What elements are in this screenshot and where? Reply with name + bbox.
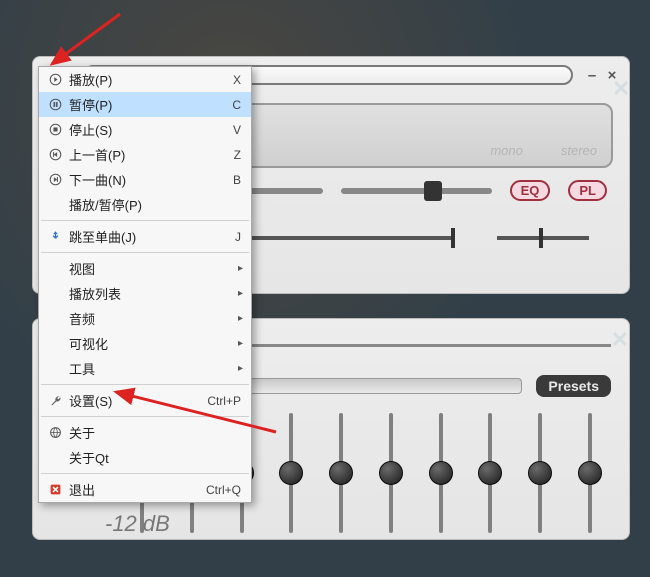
menu-item-label: 播放列表	[65, 284, 241, 303]
pause-icon	[45, 98, 65, 111]
menu-item-label: 播放/暂停(P)	[65, 195, 241, 214]
presets-button[interactable]: Presets	[536, 375, 611, 397]
submenu-arrow-icon: ▸	[238, 313, 243, 324]
menu-item-label: 音频	[65, 309, 241, 328]
menu-item-shortcut: Ctrl+Q	[206, 483, 241, 497]
wrench-icon	[45, 394, 65, 407]
menu-item-shortcut: J	[235, 230, 241, 244]
prev-icon	[45, 148, 65, 161]
menu-item-label: 设置(S)	[65, 391, 207, 410]
menu-item-label: 视图	[65, 259, 241, 278]
menu-item-shortcut: V	[233, 123, 241, 137]
menu-item[interactable]: 关于	[39, 420, 251, 445]
play-icon	[45, 73, 65, 86]
submenu-arrow-icon: ▸	[238, 288, 243, 299]
menu-item-label: 停止(S)	[65, 120, 233, 139]
globe-icon	[45, 426, 65, 439]
submenu-arrow-icon: ▸	[238, 263, 243, 274]
submenu-arrow-icon: ▸	[238, 363, 243, 374]
eq-band-slider[interactable]	[424, 413, 458, 533]
menu-item[interactable]: 停止(S)V	[39, 117, 251, 142]
menu-item[interactable]: 关于Qt	[39, 445, 251, 470]
menu-separator	[41, 384, 249, 385]
minimize-button[interactable]: –	[585, 67, 599, 84]
menu-item[interactable]: 视图▸	[39, 256, 251, 281]
eq-band-slider[interactable]	[274, 413, 308, 533]
menu-item-label: 关于Qt	[65, 448, 241, 467]
eq-band-slider[interactable]	[523, 413, 557, 533]
menu-item[interactable]: 音频▸	[39, 306, 251, 331]
next-icon	[45, 173, 65, 186]
menu-item-shortcut: C	[232, 98, 241, 112]
exit-icon	[45, 483, 65, 496]
menu-separator	[41, 220, 249, 221]
menu-item[interactable]: 设置(S)Ctrl+P	[39, 388, 251, 413]
menu-item[interactable]: 播放(P)X	[39, 67, 251, 92]
menu-item-shortcut: Ctrl+P	[207, 394, 241, 408]
menu-item[interactable]: 播放/暂停(P)	[39, 192, 251, 217]
eq-band-slider[interactable]	[473, 413, 507, 533]
menu-separator	[41, 252, 249, 253]
stop-icon	[45, 123, 65, 136]
menu-item[interactable]: 上一首(P)Z	[39, 142, 251, 167]
submenu-arrow-icon: ▸	[238, 338, 243, 349]
menu-item-label: 关于	[65, 423, 241, 442]
menu-item-label: 可视化	[65, 334, 241, 353]
menu-item-label: 跳至单曲(J)	[65, 227, 235, 246]
menu-item[interactable]: 退出Ctrl+Q	[39, 477, 251, 502]
menu-item[interactable]: 暂停(P)C	[39, 92, 251, 117]
menu-item-label: 退出	[65, 480, 206, 499]
menu-item[interactable]: 下一曲(N)B	[39, 167, 251, 192]
eq-band-slider[interactable]	[324, 413, 358, 533]
menu-item[interactable]: 可视化▸	[39, 331, 251, 356]
menu-item[interactable]: 跳至单曲(J)J	[39, 224, 251, 249]
menu-item[interactable]: 工具▸	[39, 356, 251, 381]
balance-slider[interactable]	[497, 236, 589, 240]
menu-item-label: 下一曲(N)	[65, 170, 233, 189]
menu-item-label: 暂停(P)	[65, 95, 232, 114]
jump-icon	[45, 230, 65, 243]
menu-separator	[41, 473, 249, 474]
menu-item-shortcut: Z	[234, 148, 241, 162]
eq-band-slider[interactable]	[374, 413, 408, 533]
menu-separator	[41, 416, 249, 417]
menu-item[interactable]: 播放列表▸	[39, 281, 251, 306]
context-menu[interactable]: 播放(P)X暂停(P)C停止(S)V上一首(P)Z下一曲(N)B播放/暂停(P)…	[38, 66, 252, 503]
menu-item-shortcut: X	[233, 73, 241, 87]
equalizer-close-icon[interactable]: ✕	[611, 327, 629, 353]
eq-band-slider[interactable]	[573, 413, 607, 533]
menu-item-shortcut: B	[233, 173, 241, 187]
eq-toggle-button[interactable]: EQ	[510, 180, 551, 201]
mono-label: mono	[490, 143, 523, 158]
menu-item-label: 播放(P)	[65, 70, 233, 89]
stereo-label: stereo	[561, 143, 597, 158]
db-label: -12 dB	[105, 511, 170, 537]
menu-item-label: 上一首(P)	[65, 145, 234, 164]
pl-toggle-button[interactable]: PL	[568, 180, 607, 201]
volume-slider[interactable]	[341, 188, 492, 194]
menu-item-label: 工具	[65, 359, 241, 378]
outer-close-icon[interactable]: ✕	[612, 76, 636, 100]
